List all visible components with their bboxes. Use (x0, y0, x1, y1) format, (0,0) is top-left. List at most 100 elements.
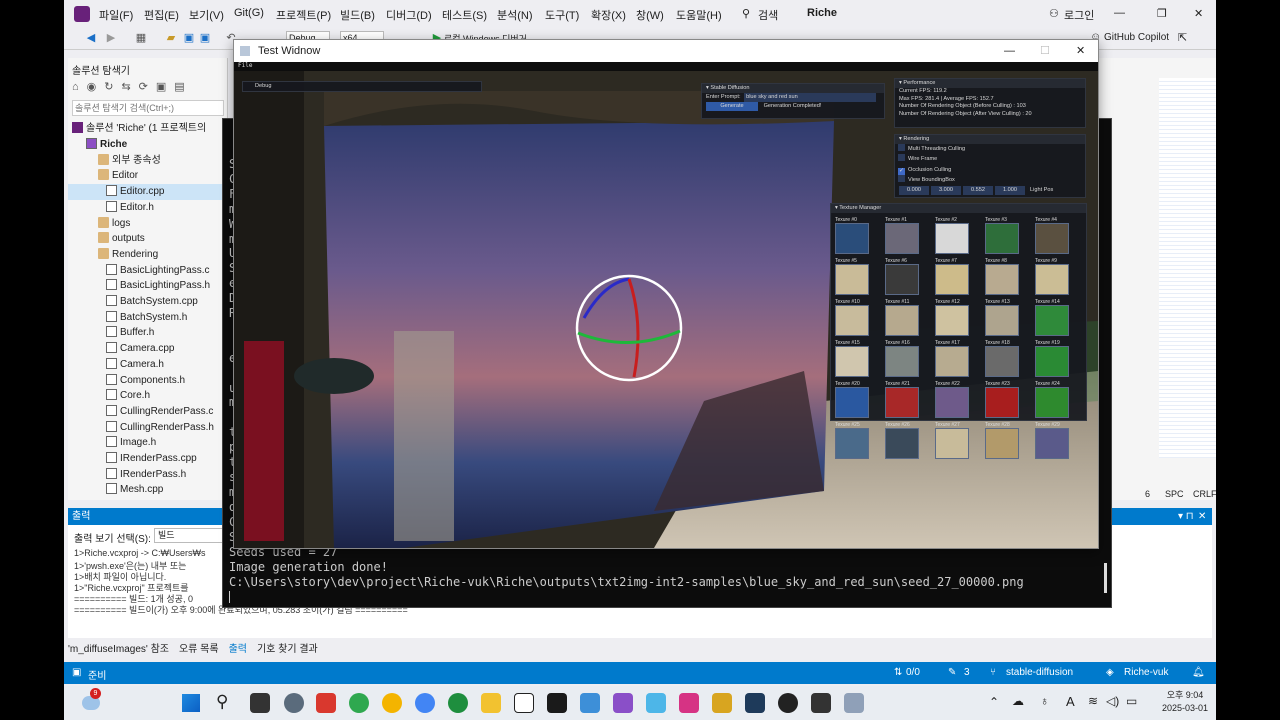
texture-thumbnail[interactable] (935, 346, 969, 377)
console-scrollbar[interactable] (1104, 563, 1107, 593)
texture-thumbnail[interactable] (1035, 428, 1069, 459)
bottom-tab[interactable]: 'm_diffuseImages' 참조 (68, 644, 169, 655)
bottom-tab[interactable]: 기호 찾기 결과 (257, 644, 318, 655)
light-pos-field[interactable]: 3.000 (931, 185, 961, 195)
texture-thumbnail[interactable] (835, 428, 869, 459)
texture-thumbnail[interactable] (935, 264, 969, 295)
back-icon[interactable]: ◀ (84, 31, 98, 45)
menu-window[interactable]: 창(W) (636, 7, 664, 23)
tree-folder[interactable]: Rendering (68, 247, 228, 263)
tree-file[interactable]: Components.h (68, 373, 228, 389)
settings-icon[interactable] (284, 693, 304, 713)
notion-icon[interactable] (514, 693, 534, 713)
tree-file[interactable]: BatchSystem.cpp (68, 294, 228, 310)
light-pos-field[interactable]: 1.000 (995, 185, 1025, 195)
powershell-icon[interactable] (745, 693, 765, 713)
tray-chevron-icon[interactable]: ⌃ (989, 695, 999, 709)
texture-thumbnail[interactable] (835, 305, 869, 336)
chrome-canary-icon[interactable] (382, 693, 402, 713)
tree-file[interactable]: BatchSystem.h (68, 310, 228, 326)
menu-debug[interactable]: 디버그(D) (386, 7, 432, 23)
texture-thumbnail[interactable] (1035, 223, 1069, 254)
bottom-tab[interactable]: 출력 (229, 644, 247, 655)
notification-icon[interactable]: 🔔︎ (1192, 667, 1205, 678)
texture-thumbnail[interactable] (1035, 305, 1069, 336)
sourcetree-icon[interactable] (712, 693, 732, 713)
texture-thumbnail[interactable] (835, 346, 869, 377)
test-window-taskbar-icon[interactable] (844, 693, 864, 713)
texture-thumbnail[interactable] (885, 305, 919, 336)
solution-root[interactable]: 솔루션 'Riche' (1 프로젝트의 (68, 121, 228, 137)
menu-view[interactable]: 보기(V) (189, 7, 224, 23)
menu-test[interactable]: 테스트(S) (442, 7, 487, 23)
tree-file[interactable]: Mesh.cpp (68, 482, 228, 498)
rendering-option[interactable]: ✓ Occlusion Culling (895, 165, 1085, 175)
light-pos-field[interactable]: 0.552 (963, 185, 993, 195)
pencil-icon[interactable]: ✎ (948, 667, 956, 678)
menu-file[interactable]: 파일(F) (99, 7, 133, 23)
checkbox[interactable] (898, 175, 905, 183)
menu-tools[interactable]: 도구(T) (545, 7, 579, 23)
tree-folder[interactable]: Editor (68, 168, 228, 184)
menu-analyze[interactable]: 분석(N) (497, 7, 533, 23)
texture-thumbnail[interactable] (1035, 346, 1069, 377)
menu-git[interactable]: Git(G) (234, 7, 264, 19)
pycharm-icon[interactable] (547, 693, 567, 713)
copilot-button[interactable]: GitHub Copilot (1104, 32, 1169, 43)
texture-thumbnail[interactable] (985, 223, 1019, 254)
texture-thumbnail[interactable] (1035, 387, 1069, 418)
status-pencil[interactable]: 3 (964, 667, 970, 678)
tree-file[interactable]: CullingRenderPass.h (68, 420, 228, 436)
crlf-indicator[interactable]: CRLF (1193, 489, 1216, 499)
errors-icon[interactable]: ⇅ (894, 667, 902, 678)
tree-file[interactable]: IRenderPass.h (68, 467, 228, 483)
tree-folder[interactable]: 외부 종속성 (68, 153, 228, 169)
checkbox[interactable] (898, 144, 905, 151)
save-all-icon[interactable]: ▣ (198, 31, 212, 45)
texture-thumbnail[interactable] (835, 264, 869, 295)
solution-explorer-search-input[interactable] (72, 100, 224, 116)
tw-close-icon[interactable]: ✕ (1076, 40, 1085, 62)
start-icon[interactable] (182, 694, 200, 712)
repo-icon[interactable]: ◈ (1106, 667, 1114, 678)
tree-file[interactable]: Image.h (68, 435, 228, 451)
texture-thumbnail[interactable] (1035, 264, 1069, 295)
tree-file[interactable]: IRenderPass.cpp (68, 451, 228, 467)
rendering-option[interactable]: Wire Frame (895, 154, 1085, 164)
notepad-icon[interactable] (646, 693, 666, 713)
test-window-menu-file[interactable]: File (234, 62, 1098, 71)
status-repo[interactable]: Riche-vuk (1124, 667, 1168, 678)
checkbox[interactable]: ✓ (898, 167, 905, 175)
task-view-icon[interactable] (250, 693, 270, 713)
snipping-icon[interactable] (679, 693, 699, 713)
battery-icon[interactable]: ▭ (1126, 694, 1137, 708)
texture-thumbnail[interactable] (885, 264, 919, 295)
photos-icon[interactable] (580, 693, 600, 713)
texture-thumbnail[interactable] (885, 223, 919, 254)
wifi-icon[interactable]: ≋ (1088, 694, 1098, 708)
branch-icon[interactable]: ⑂ (990, 667, 996, 678)
menu-build[interactable]: 빌드(B) (340, 7, 375, 23)
texture-thumbnail[interactable] (935, 428, 969, 459)
forward-icon[interactable]: ▶ (104, 31, 118, 45)
menu-edit[interactable]: 편집(E) (144, 7, 179, 23)
tree-file[interactable]: Buffer.h (68, 325, 228, 341)
tree-project[interactable]: Riche (68, 137, 228, 153)
explorer-icon[interactable] (481, 693, 501, 713)
tree-file[interactable]: Camera.cpp (68, 341, 228, 357)
close-icon[interactable]: ✕ (1194, 7, 1203, 20)
rotation-gizmo[interactable] (574, 273, 684, 383)
menu-help[interactable]: 도움말(H) (676, 7, 722, 23)
open-folder-icon[interactable]: ▰ (164, 31, 178, 45)
texture-thumbnail[interactable] (885, 428, 919, 459)
share-icon[interactable]: ⇱ (1178, 31, 1187, 44)
maximize-icon[interactable]: ❐ (1157, 7, 1167, 20)
checkbox[interactable] (898, 154, 905, 162)
tree-file[interactable]: Editor.h (68, 200, 228, 216)
search-taskbar-icon[interactable]: ⚲ (216, 692, 228, 712)
texture-thumbnail[interactable] (985, 264, 1019, 295)
tw-minimize-icon[interactable]: — (1004, 40, 1015, 62)
visual-studio-icon[interactable] (613, 693, 633, 713)
menu-project[interactable]: 프로젝트(P) (276, 7, 331, 23)
system-clock[interactable]: 오후 9:04 2025-03-01 (1162, 689, 1208, 715)
